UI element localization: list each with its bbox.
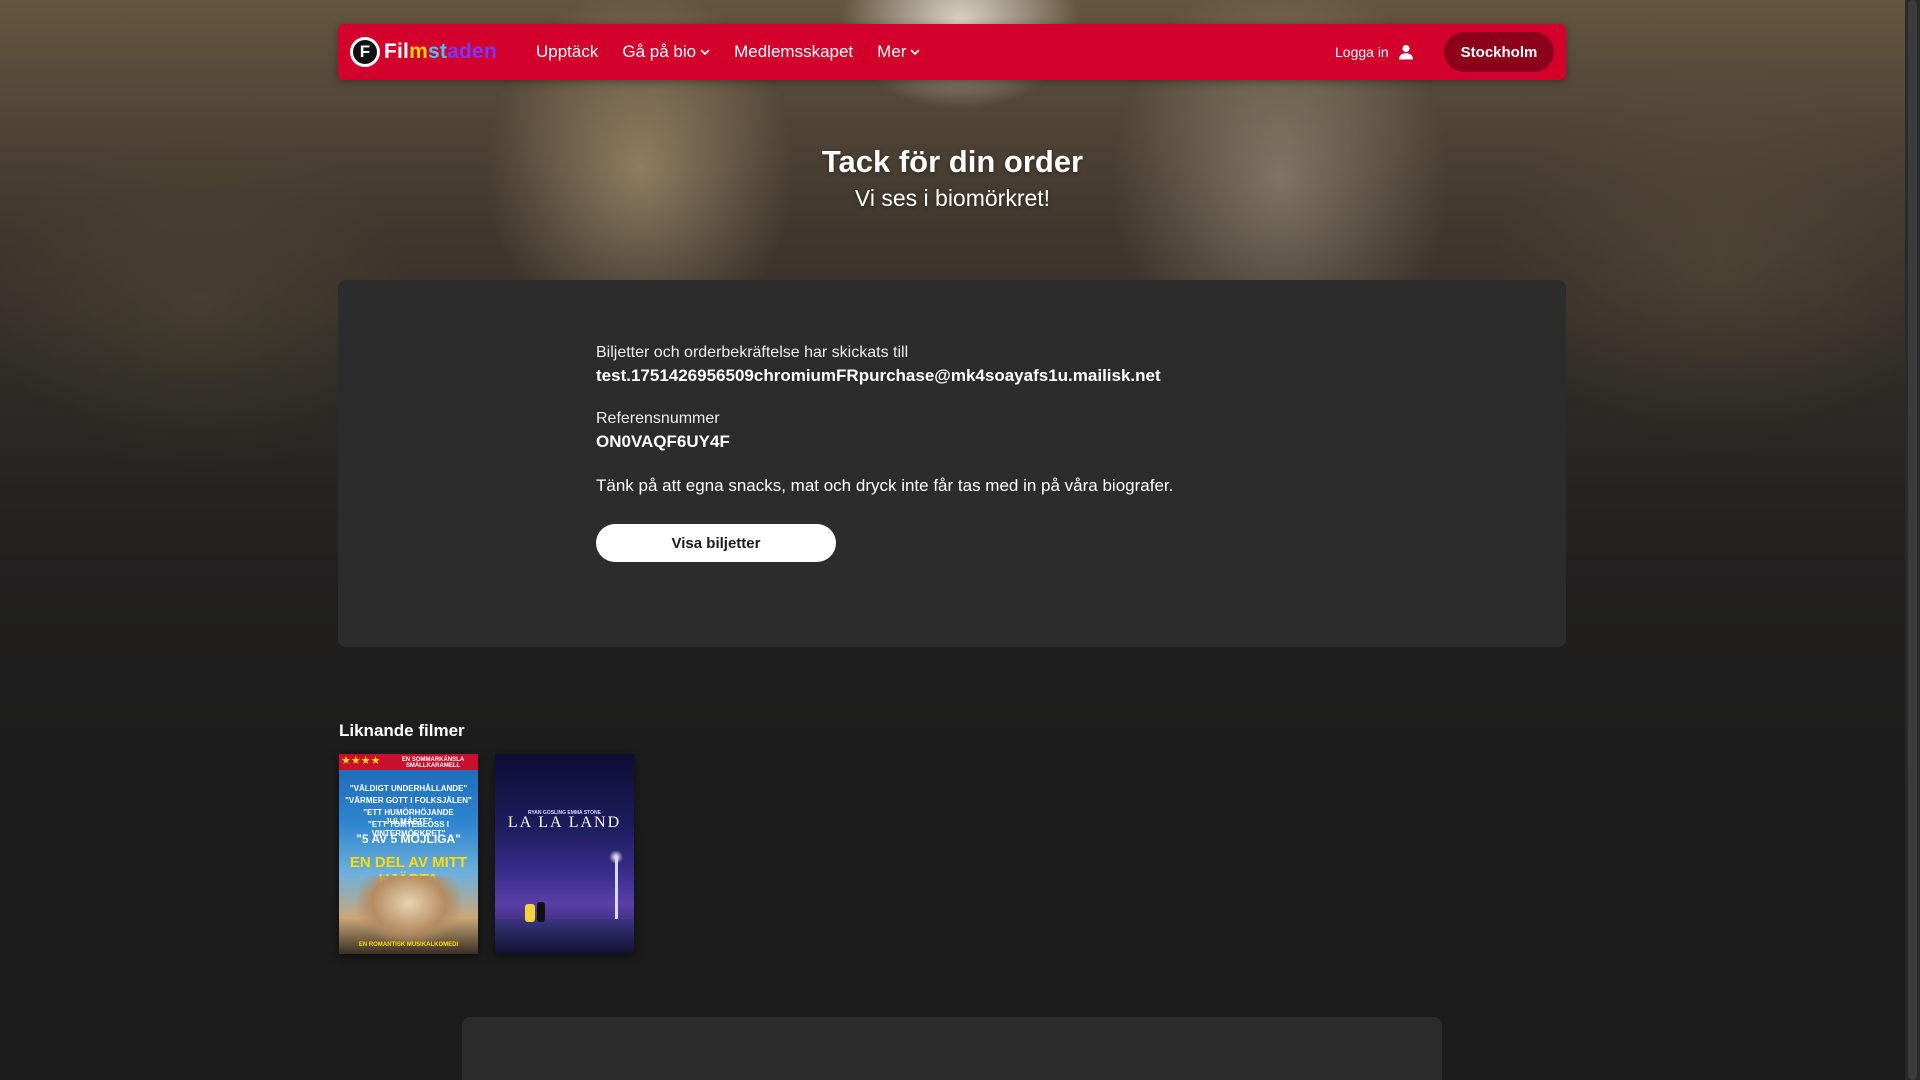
poster-lamp-post xyxy=(615,856,618,920)
movie-poster-la-la-land[interactable]: RYAN GOSLING EMMA STONE LA LA LAND xyxy=(495,754,634,954)
bottom-panel xyxy=(462,1017,1442,1080)
poster-dancer-figure xyxy=(525,904,535,922)
scrollbar-thumb[interactable] xyxy=(1908,0,1917,1080)
nav-item-mer[interactable]: Mer xyxy=(877,42,920,62)
order-confirmation-panel: Biljetter och orderbekräftelse har skick… xyxy=(338,280,1566,647)
login-label: Logga in xyxy=(1335,44,1389,60)
sent-to-label: Biljetter och orderbekräftelse har skick… xyxy=(596,344,909,361)
user-icon xyxy=(1398,44,1413,60)
poster-title: LA LA LAND xyxy=(507,814,622,831)
similar-movies-list: ★★★★ EN SOMMARKÄNSLA SMÄLLKARAMELL "VÄLD… xyxy=(339,754,651,954)
poster-big-quote: "5 AV 5 MÖJLIGA" xyxy=(356,832,461,846)
nav-item-label: Medlemsskapet xyxy=(734,42,854,61)
poster-badge: EN SOMMARKÄNSLA SMÄLLKARAMELL xyxy=(401,757,465,769)
logo-mark-icon: F xyxy=(350,37,380,67)
order-email: test.1751426956509chromiumFRpurchase@mk4… xyxy=(596,366,1161,385)
logo-text-part: m xyxy=(409,40,428,63)
movie-poster-en-del-av-mitt-hjarta[interactable]: ★★★★ EN SOMMARKÄNSLA SMÄLLKARAMELL "VÄLD… xyxy=(339,754,478,954)
poster-quote: "VÄLDIGT UNDERHÅLLANDE" xyxy=(349,784,468,793)
top-navbar: F Filmstaden Upptäck Gå på bio Medlemssk… xyxy=(338,24,1566,80)
city-select-button[interactable]: Stockholm xyxy=(1444,32,1554,72)
scrollbar[interactable] xyxy=(1905,0,1920,1080)
snack-notice: Tänk på att egna snacks, mat och dryck i… xyxy=(596,476,1174,495)
logo-text-part: Fil xyxy=(384,40,410,63)
logo-text-part: st xyxy=(427,40,448,63)
poster-tagline: EN ROMANTISK MUSIKALKOMEDI xyxy=(358,942,459,948)
main-nav: Upptäck Gå på bio Medlemsskapet Mer xyxy=(536,24,944,80)
similar-movies-heading: Liknande filmer xyxy=(339,721,465,740)
poster-rating-stars: ★★★★ xyxy=(341,755,381,767)
page-subtitle: Vi ses i biomörkret! xyxy=(854,185,1051,211)
reference-label: Referensnummer xyxy=(596,410,720,427)
poster-city-skyline xyxy=(495,919,634,954)
nav-item-upptack[interactable]: Upptäck xyxy=(536,42,598,62)
page: F Filmstaden Upptäck Gå på bio Medlemssk… xyxy=(0,0,1920,1080)
page-title: Tack för din order xyxy=(821,144,1084,179)
nav-item-label: Upptäck xyxy=(536,42,599,61)
poster-dancer-figure xyxy=(537,902,545,922)
nav-item-medlemsskapet[interactable]: Medlemsskapet xyxy=(734,42,853,62)
show-tickets-button[interactable]: Visa biljetter xyxy=(596,524,836,562)
chevron-down-icon xyxy=(911,49,920,55)
poster-cast-image xyxy=(357,876,461,944)
reference-number: ON0VAQF6UY4F xyxy=(596,432,730,451)
nav-item-label: Mer xyxy=(877,42,907,61)
order-details: Biljetter och orderbekräftelse har skick… xyxy=(596,344,1396,562)
reference-block: Referensnummer ON0VAQF6UY4F xyxy=(596,410,1396,452)
login-link[interactable]: Logga in xyxy=(1335,24,1415,80)
nav-item-label: Gå på bio xyxy=(622,42,697,61)
email-block: Biljetter och orderbekräftelse har skick… xyxy=(596,344,1396,386)
logo-text-part: aden xyxy=(447,40,497,63)
nav-item-ga-pa-bio[interactable]: Gå på bio xyxy=(622,42,710,62)
chevron-down-icon xyxy=(700,49,710,55)
logo-text: Filmstaden xyxy=(384,40,497,64)
logo[interactable]: F Filmstaden xyxy=(350,34,497,70)
poster-quote: "VÄRMER GOTT I FOLKSJÄLEN" xyxy=(345,796,472,805)
